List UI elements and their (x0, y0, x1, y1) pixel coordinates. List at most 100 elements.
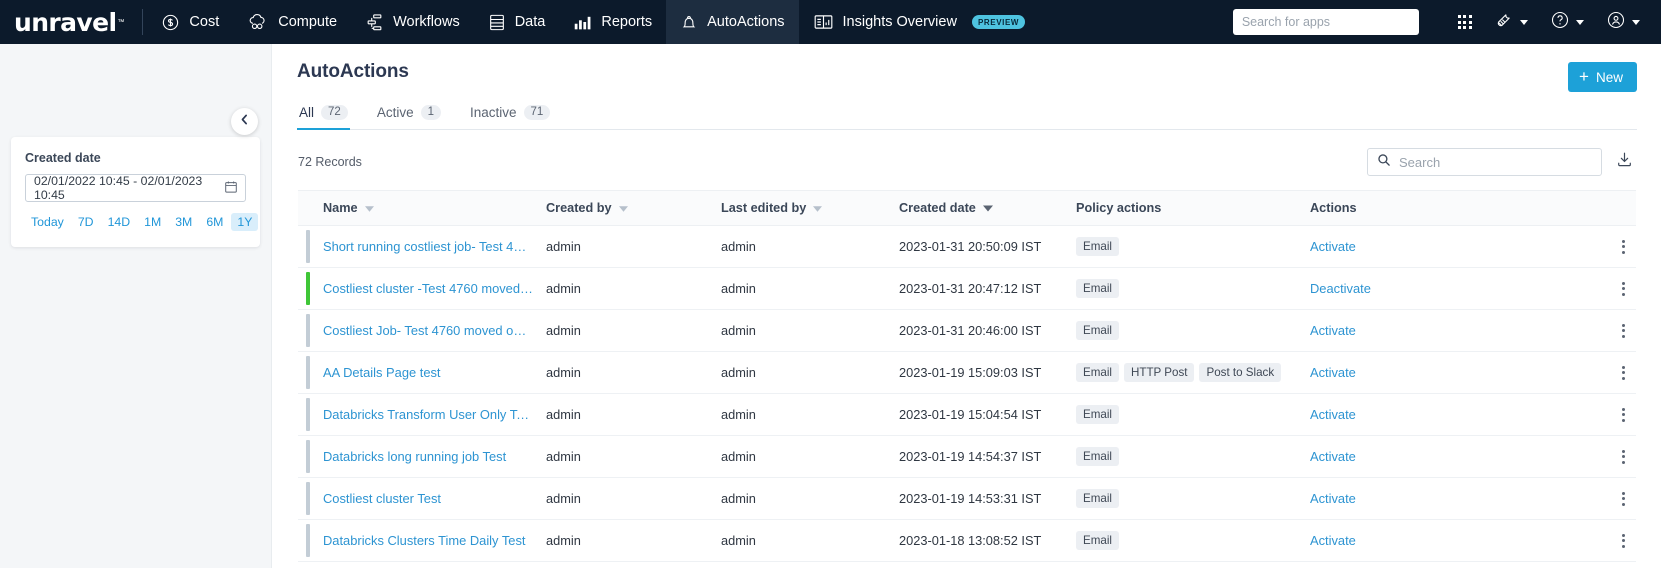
nav-item-insights-overview[interactable]: Insights Overview PREVIEW (799, 0, 1040, 44)
bar-chart-icon (573, 13, 592, 31)
calendar-icon[interactable] (224, 180, 238, 197)
table-row[interactable]: Costliest Job- Test 4760 moved out JI… a… (298, 309, 1636, 352)
range-button-14d[interactable]: 14D (102, 213, 137, 231)
nav-item-workflows[interactable]: Workflows (351, 0, 474, 44)
database-icon (488, 13, 506, 32)
cell-last-edited-by: admin (721, 435, 899, 478)
kebab-menu-icon[interactable] (1615, 281, 1631, 296)
column-label-name: Name (323, 201, 358, 215)
unravel-logo[interactable]: unravel ™ (0, 0, 142, 44)
row-action-link[interactable]: Activate (1310, 365, 1356, 380)
date-range-value: 02/01/2022 10:45 - 02/01/2023 10:45 (34, 174, 203, 202)
help-button[interactable] (1539, 0, 1595, 44)
table-row[interactable]: Costliest cluster Test admin admin 2023-… (298, 477, 1636, 520)
app-search-input[interactable] (1241, 15, 1410, 29)
autoaction-name-link[interactable]: Databricks Clusters Time Daily Test (323, 533, 533, 548)
tab-active[interactable]: Active 1 (375, 105, 443, 129)
table-search-box[interactable] (1367, 148, 1602, 176)
apps-grid-button[interactable] (1447, 0, 1483, 44)
sort-arrow-icon[interactable] (364, 201, 374, 215)
cell-last-edited-by: admin (721, 225, 899, 268)
row-action-link[interactable]: Activate (1310, 491, 1356, 506)
app-search-box[interactable] (1232, 9, 1419, 35)
table-search-input[interactable] (1399, 154, 1592, 170)
preview-badge: PREVIEW (971, 15, 1026, 29)
column-header-last-edited-by[interactable]: Last edited by (721, 190, 899, 226)
range-button-today[interactable]: Today (25, 213, 70, 231)
table-row[interactable]: Short running costliest job- Test 4760 …… (298, 225, 1636, 268)
table-row[interactable]: Databricks Clusters Time Daily Test admi… (298, 519, 1636, 562)
new-autoaction-button[interactable]: + New (1568, 62, 1637, 92)
nav-item-reports[interactable]: Reports (559, 0, 666, 44)
autoaction-name-link[interactable]: Databricks long running job Test (323, 449, 533, 464)
cell-last-edited-by: admin (721, 309, 899, 352)
toolbar-right (1367, 148, 1636, 176)
kebab-menu-icon[interactable] (1615, 449, 1631, 464)
cell-created-date: 2023-01-31 20:47:12 IST (899, 267, 1076, 310)
date-range-input[interactable]: 02/01/2022 10:45 - 02/01/2023 10:45 (25, 174, 246, 202)
kebab-menu-icon[interactable] (1615, 323, 1631, 338)
nav-label-data: Data (514, 14, 546, 30)
row-action-link[interactable]: Activate (1310, 533, 1356, 548)
range-button-7d[interactable]: 7D (72, 213, 100, 231)
policy-action-pill: Email (1076, 447, 1119, 466)
tab-all-count: 72 (321, 105, 348, 120)
range-button-1y[interactable]: 1Y (231, 213, 259, 231)
autoaction-name-link[interactable]: AA Details Page test (323, 365, 533, 380)
cell-created-by: admin (546, 267, 721, 310)
table-row[interactable]: Costliest cluster -Test 4760 moved out …… (298, 267, 1636, 310)
column-header-name[interactable]: Name (298, 190, 546, 226)
kebab-menu-icon[interactable] (1615, 533, 1631, 548)
chevron-down-icon (1520, 19, 1528, 25)
column-header-created-by[interactable]: Created by (546, 190, 721, 226)
sort-arrow-icon-active[interactable] (982, 201, 993, 215)
autoaction-name-link[interactable]: Costliest cluster Test (323, 491, 533, 506)
range-button-6m[interactable]: 6M (200, 213, 229, 231)
row-action-link[interactable]: Deactivate (1310, 281, 1371, 296)
kebab-menu-icon[interactable] (1615, 407, 1631, 422)
table-row[interactable]: AA Details Page test admin admin 2023-01… (298, 351, 1636, 394)
bell-icon (680, 13, 698, 32)
table-row[interactable]: Databricks long running job Test admin a… (298, 435, 1636, 478)
sort-arrow-icon[interactable] (618, 201, 628, 215)
nav-item-compute[interactable]: Compute (233, 0, 351, 44)
row-status-indicator (306, 398, 310, 431)
tab-all[interactable]: All 72 (297, 105, 350, 130)
top-navigation-bar: unravel ™ Cost Compute Workflows Data Re… (0, 0, 1661, 44)
tools-button[interactable] (1483, 0, 1539, 44)
autoaction-name-link[interactable]: Costliest cluster -Test 4760 moved out … (323, 281, 533, 296)
range-button-3m[interactable]: 3M (169, 213, 198, 231)
autoaction-name-link[interactable]: Databricks Transform User Only Test (323, 407, 533, 422)
column-header-created-date[interactable]: Created date (899, 190, 1076, 226)
tab-inactive[interactable]: Inactive 71 (468, 105, 552, 129)
cell-name: Costliest cluster Test (298, 477, 546, 520)
row-action-link[interactable]: Activate (1310, 407, 1356, 422)
cell-last-edited-by: admin (721, 477, 899, 520)
cell-name: Short running costliest job- Test 4760 … (298, 225, 546, 268)
row-action-link[interactable]: Activate (1310, 449, 1356, 464)
autoaction-name-link[interactable]: Costliest Job- Test 4760 moved out JI… (323, 323, 533, 338)
autoaction-name-link[interactable]: Short running costliest job- Test 4760 … (323, 239, 533, 254)
cell-name: Costliest Job- Test 4760 moved out JI… (298, 309, 546, 352)
row-action-link[interactable]: Activate (1310, 239, 1356, 254)
cell-last-edited-by: admin (721, 267, 899, 310)
cell-created-by: admin (546, 351, 721, 394)
range-button-1m[interactable]: 1M (138, 213, 167, 231)
plus-icon: + (1579, 66, 1589, 86)
table-row[interactable]: Databricks Transform User Only Test admi… (298, 393, 1636, 436)
kebab-menu-icon[interactable] (1615, 365, 1631, 380)
kebab-menu-icon[interactable] (1615, 239, 1631, 254)
cell-policy-actions: Email (1076, 267, 1310, 310)
cell-created-date: 2023-01-18 13:08:52 IST (899, 519, 1076, 562)
kebab-menu-icon[interactable] (1615, 491, 1631, 506)
user-account-button[interactable] (1595, 0, 1651, 44)
nav-item-autoactions[interactable]: AutoActions (666, 0, 799, 44)
nav-item-data[interactable]: Data (474, 0, 560, 44)
nav-divider (142, 9, 144, 35)
nav-item-cost[interactable]: Cost (147, 0, 233, 44)
sort-arrow-icon[interactable] (813, 201, 823, 215)
download-button[interactable] (1613, 148, 1636, 176)
sidebar-collapse-button[interactable] (231, 108, 258, 135)
row-action-link[interactable]: Activate (1310, 323, 1356, 338)
row-status-indicator (306, 524, 310, 557)
